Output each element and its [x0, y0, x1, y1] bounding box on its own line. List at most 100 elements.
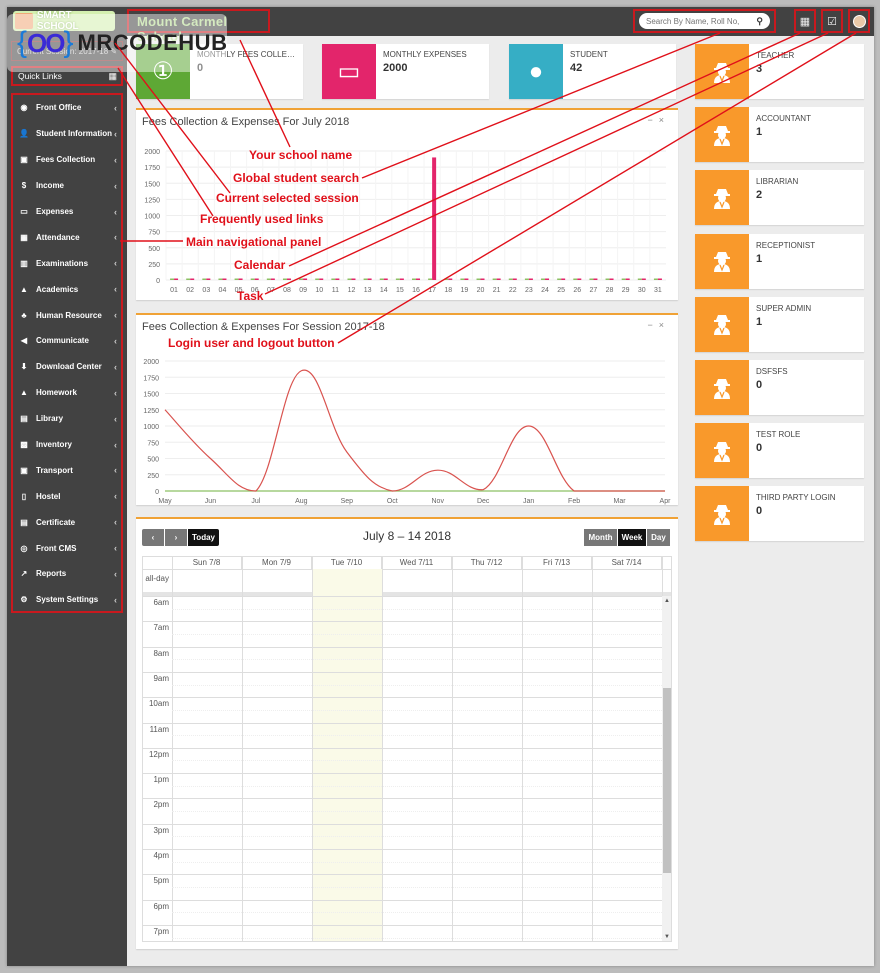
- chevron-left-icon: ‹: [114, 258, 117, 269]
- sidebar-item-income[interactable]: $ Income ‹: [13, 173, 121, 199]
- x-tick-label: 04: [219, 287, 227, 294]
- sidebar-item-front-office[interactable]: ◉ Front Office ‹: [13, 95, 121, 121]
- x-tick-label: 27: [590, 287, 598, 294]
- calendar-icon[interactable]: ▦: [794, 9, 816, 33]
- sidebar-item-label: Communicate: [36, 336, 89, 346]
- role-label: LIBRARIAN: [756, 177, 799, 187]
- bar-expenses: [222, 278, 227, 280]
- bar-fees-collection: [331, 278, 336, 280]
- sidebar-item-label: Library: [36, 414, 64, 424]
- y-tick-label: 1750: [144, 165, 160, 172]
- stat-box: ▭ MONTHLY EXPENSES 2000: [322, 44, 489, 99]
- bar-expenses: [609, 278, 614, 280]
- bar-fees-collection: [299, 278, 304, 280]
- sidebar-item-human-resource[interactable]: ♣ Human Resource ‹: [13, 302, 121, 328]
- search-input[interactable]: [646, 16, 746, 26]
- time-slot-label: 11am: [149, 724, 169, 734]
- x-tick-label: Nov: [432, 498, 445, 505]
- bar-expenses: [641, 278, 646, 280]
- day-header: Wed 7/11: [382, 557, 452, 569]
- chevron-left-icon: ‹: [114, 517, 117, 528]
- sidebar-item-hostel[interactable]: ▯ Hostel ‹: [13, 483, 121, 509]
- chevron-left-icon: ‹: [114, 594, 117, 605]
- bar-fees-collection: [234, 278, 239, 280]
- sidebar-item-transport[interactable]: ▣ Transport ‹: [13, 457, 121, 483]
- role-box: THIRD PARTY LOGIN 0: [695, 486, 864, 542]
- bar-fees-collection: [573, 278, 578, 280]
- sidebar-item-communicate[interactable]: ◀ Communicate ‹: [13, 328, 121, 354]
- cogs-icon: ⚙: [20, 595, 28, 605]
- sidebar-item-homework[interactable]: ▲ Homework ‹: [13, 380, 121, 406]
- chevron-left-icon: ‹: [114, 128, 117, 139]
- x-tick-label: 30: [638, 287, 646, 294]
- sidebar-item-examinations[interactable]: ▥ Examinations ‹: [13, 250, 121, 276]
- bar-expenses: [351, 278, 356, 280]
- sidebar-item-student-information[interactable]: 👤 Student Information ‹: [13, 121, 121, 147]
- bar-expenses: [190, 278, 195, 280]
- y-tick-label: 500: [147, 457, 159, 464]
- y-tick-label: 1500: [144, 181, 160, 188]
- sidebar-item-system-settings[interactable]: ⚙ System Settings ‹: [13, 587, 121, 613]
- sidebar-item-certificate[interactable]: ▤ Certificate ‹: [13, 509, 121, 535]
- time-slot-label: 7am: [153, 623, 169, 633]
- inventory-icon: ▩: [20, 440, 28, 450]
- download-icon: ⬇: [20, 362, 28, 372]
- bar-expenses: [335, 278, 340, 280]
- x-tick-label: 09: [299, 287, 307, 294]
- role-count: 2: [756, 189, 763, 202]
- sidebar-item-inventory[interactable]: ▩ Inventory ‹: [13, 432, 121, 458]
- bar-fees-collection: [428, 278, 433, 280]
- bar-fees-collection: [282, 278, 287, 280]
- user-secret-icon: [695, 486, 749, 542]
- sidebar-item-label: Certificate: [36, 517, 76, 527]
- role-box: DSFSFS 0: [695, 360, 864, 415]
- role-count: 0: [756, 379, 763, 391]
- chevron-left-icon: ‹: [114, 206, 117, 217]
- view-day-button[interactable]: Day: [647, 529, 670, 546]
- bar-expenses: [577, 278, 582, 280]
- x-tick-label: Sep: [341, 498, 354, 505]
- role-count: 0: [756, 505, 763, 518]
- flask-icon: ▲: [20, 388, 28, 398]
- role-count: 1: [756, 252, 763, 265]
- sidebar-item-label: Transport: [36, 465, 73, 475]
- x-tick-label: 21: [493, 287, 501, 294]
- user-secret-icon: [695, 360, 749, 415]
- user-avatar-icon[interactable]: [848, 9, 870, 33]
- stat-value: 2000: [383, 62, 408, 74]
- x-tick-label: 22: [509, 287, 517, 294]
- y-tick-label: 750: [148, 230, 160, 237]
- annot-quick-links: Frequently used links: [200, 212, 324, 226]
- time-slot-label: 12pm: [148, 749, 169, 759]
- bar-fees-collection: [476, 278, 481, 280]
- bar-fees-collection: [202, 278, 207, 280]
- sidebar-item-front-cms[interactable]: ◎ Front CMS ‹: [13, 535, 121, 561]
- role-box: TEACHER 3: [695, 44, 864, 99]
- bar-expenses: [286, 278, 291, 280]
- calendar-grid: Sun 7/8 Mon 7/9 Tue 7/10 Wed 7/11 Thu 7/12 Fr…: [142, 556, 672, 942]
- sidebar-item-expenses[interactable]: ▭ Expenses ‹: [13, 199, 121, 225]
- bar-fees-collection: [379, 278, 384, 280]
- x-tick-label: Oct: [387, 498, 398, 505]
- search-icon[interactable]: ⚲: [756, 16, 763, 27]
- sidebar-item-fees-collection[interactable]: ▣ Fees Collection ‹: [13, 147, 121, 173]
- sidebar-item-academics[interactable]: ▲ Academics ‹: [13, 276, 121, 302]
- sidebar-item-library[interactable]: ▤ Library ‹: [13, 406, 121, 432]
- bus-icon: ▣: [20, 465, 28, 475]
- x-tick-label: 07: [267, 287, 275, 294]
- view-month-button[interactable]: Month: [584, 529, 617, 546]
- y-tick-label: 750: [147, 440, 159, 447]
- calendar-scrollbar[interactable]: ▲ ▼: [662, 596, 671, 941]
- sidebar-item-download-center[interactable]: ⬇ Download Center ‹: [13, 354, 121, 380]
- x-tick-label: 10: [315, 287, 323, 294]
- sidebar-item-reports[interactable]: ↗ Reports ‹: [13, 561, 121, 587]
- sidebar-item-attendance[interactable]: ▦ Attendance ‹: [13, 224, 121, 250]
- app-window: SMART SCHOOL Mount Carmel School ⚲ ▦ ☑ C…: [7, 7, 874, 966]
- chevron-left-icon: ‹: [114, 568, 117, 579]
- task-check-icon[interactable]: ☑: [821, 9, 843, 33]
- bar-fees-collection: [395, 278, 400, 280]
- time-slot-label: 10am: [148, 699, 169, 709]
- x-tick-label: 13: [364, 287, 372, 294]
- view-week-button[interactable]: Week: [618, 529, 646, 546]
- role-label: RECEPTIONIST: [756, 240, 816, 250]
